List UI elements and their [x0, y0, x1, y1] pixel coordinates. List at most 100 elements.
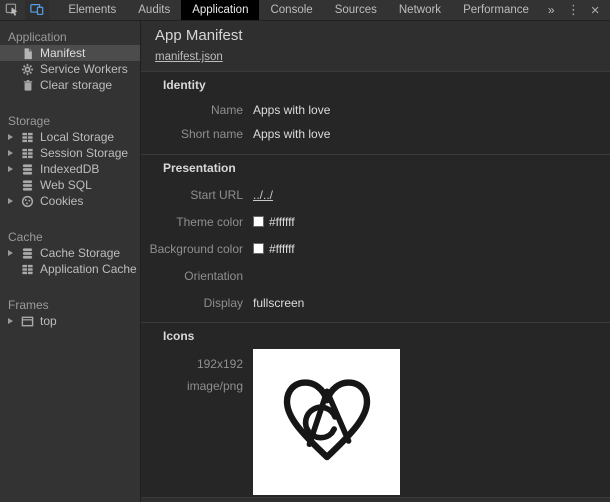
field-name: Name Apps with love — [141, 98, 610, 122]
tab-performance[interactable]: Performance — [452, 0, 540, 20]
field-label: Theme color — [141, 215, 243, 229]
color-swatch — [253, 216, 264, 227]
heart-monogram-logo-icon — [279, 373, 375, 472]
sidebar-item-manifest[interactable]: Manifest — [0, 45, 140, 61]
tab-console[interactable]: Console — [259, 0, 323, 20]
toggle-device-toolbar-button[interactable] — [25, 0, 50, 20]
sidebar-item-label: Clear storage — [40, 78, 112, 92]
icons-section: Icons 192x192 image/png — [141, 323, 610, 498]
field-start-url: Start URL ../../ — [141, 181, 610, 208]
color-hex: #ffffff — [269, 215, 295, 229]
sidebar-item-application-cache[interactable]: Application Cache — [0, 261, 140, 277]
sidebar-item-cookies[interactable]: Cookies — [0, 193, 140, 209]
field-value: Apps with love — [253, 127, 330, 141]
section-title-icons: Icons — [163, 329, 610, 343]
identity-section: Identity Name Apps with love Short name … — [141, 72, 610, 155]
field-value: #ffffff — [253, 242, 295, 256]
expand-arrow-icon[interactable] — [8, 250, 20, 256]
panel-split: Application Manifest Service Workers — [0, 21, 610, 502]
field-label: Orientation — [141, 269, 243, 283]
tab-audits[interactable]: Audits — [127, 0, 181, 20]
manifest-icon-preview — [253, 349, 400, 495]
inspect-cursor-icon — [5, 2, 19, 19]
table-icon — [20, 131, 35, 144]
sidebar-gap — [0, 209, 140, 223]
field-label: Background color — [141, 242, 243, 256]
sidebar-item-local-storage[interactable]: Local Storage — [0, 129, 140, 145]
field-value: fullscreen — [253, 296, 304, 310]
sidebar-item-session-storage[interactable]: Session Storage — [0, 145, 140, 161]
application-sidebar: Application Manifest Service Workers — [0, 21, 141, 502]
expand-arrow-icon[interactable] — [8, 134, 20, 140]
sidebar-item-label: Cookies — [40, 194, 83, 208]
sidebar-item-top-frame[interactable]: top — [0, 313, 140, 329]
more-tabs-icon[interactable]: » — [540, 0, 563, 20]
field-orientation: Orientation — [141, 262, 610, 289]
document-icon — [20, 47, 35, 60]
field-value: #ffffff — [253, 215, 295, 229]
tab-network[interactable]: Network — [388, 0, 452, 20]
icon-meta: 192x192 image/png — [141, 349, 243, 397]
sidebar-gap — [0, 93, 140, 107]
close-icon[interactable]: × — [584, 0, 606, 20]
expand-arrow-icon[interactable] — [8, 198, 20, 204]
color-hex: #ffffff — [269, 242, 295, 256]
cookie-icon — [20, 195, 35, 208]
database-icon — [20, 163, 35, 176]
field-background-color: Background color #ffffff — [141, 235, 610, 262]
panel-tabs: Elements Audits Application Console Sour… — [57, 0, 540, 20]
sidebar-item-label: Local Storage — [40, 130, 114, 144]
field-value: Apps with love — [253, 103, 330, 117]
manifest-panel: App Manifest manifest.json Identity Name… — [141, 21, 610, 502]
manifest-json-link[interactable]: manifest.json — [155, 51, 223, 63]
sidebar-item-label: Session Storage — [40, 146, 128, 160]
sidebar-item-indexeddb[interactable]: IndexedDB — [0, 161, 140, 177]
sidebar-item-clear-storage[interactable]: Clear storage — [0, 77, 140, 93]
table-icon — [20, 263, 35, 276]
icon-size-label: 192x192 — [141, 353, 243, 375]
icon-mime-label: image/png — [141, 375, 243, 397]
database-icon — [20, 179, 35, 192]
field-short-name: Short name Apps with love — [141, 122, 610, 146]
tab-elements[interactable]: Elements — [57, 0, 127, 20]
sidebar-section-application: Application — [0, 29, 140, 45]
sidebar-item-label: Web SQL — [40, 178, 92, 192]
color-swatch — [253, 243, 264, 254]
database-icon — [20, 247, 35, 260]
inspect-element-button[interactable] — [0, 0, 25, 20]
sidebar-item-label: IndexedDB — [40, 162, 99, 176]
sidebar-item-cache-storage[interactable]: Cache Storage — [0, 245, 140, 261]
devtools-toolbar: Elements Audits Application Console Sour… — [0, 0, 610, 21]
tab-sources[interactable]: Sources — [324, 0, 388, 20]
table-icon — [20, 147, 35, 160]
devtools-window: Elements Audits Application Console Sour… — [0, 0, 610, 502]
sidebar-item-label: Manifest — [40, 46, 85, 60]
frame-icon — [20, 315, 35, 328]
sidebar-section-storage: Storage — [0, 113, 140, 129]
sidebar-item-label: Service Workers — [40, 62, 128, 76]
sidebar-gap — [0, 277, 140, 291]
field-label: Short name — [141, 127, 243, 141]
page-title: App Manifest — [155, 26, 596, 45]
icon-entry: 192x192 image/png — [141, 349, 610, 497]
section-title-presentation: Presentation — [163, 161, 610, 175]
field-display: Display fullscreen — [141, 289, 610, 316]
kebab-menu-icon[interactable]: ⋮ — [563, 0, 585, 20]
sidebar-item-label: top — [40, 314, 57, 328]
expand-arrow-icon[interactable] — [8, 166, 20, 172]
expand-arrow-icon[interactable] — [8, 318, 20, 324]
field-label: Start URL — [141, 188, 243, 202]
expand-arrow-icon[interactable] — [8, 150, 20, 156]
sidebar-section-cache: Cache — [0, 229, 140, 245]
sidebar-item-label: Cache Storage — [40, 246, 120, 260]
field-label: Display — [141, 296, 243, 310]
tab-application[interactable]: Application — [181, 0, 259, 20]
section-title-identity: Identity — [163, 78, 610, 92]
manifest-header: App Manifest manifest.json — [141, 21, 610, 72]
sidebar-item-label: Application Cache — [40, 262, 137, 276]
sidebar-item-web-sql[interactable]: Web SQL — [0, 177, 140, 193]
sidebar-item-service-workers[interactable]: Service Workers — [0, 61, 140, 77]
device-toolbar-icon — [30, 2, 44, 19]
start-url-link[interactable]: ../../ — [253, 188, 273, 202]
sidebar-section-frames: Frames — [0, 297, 140, 313]
